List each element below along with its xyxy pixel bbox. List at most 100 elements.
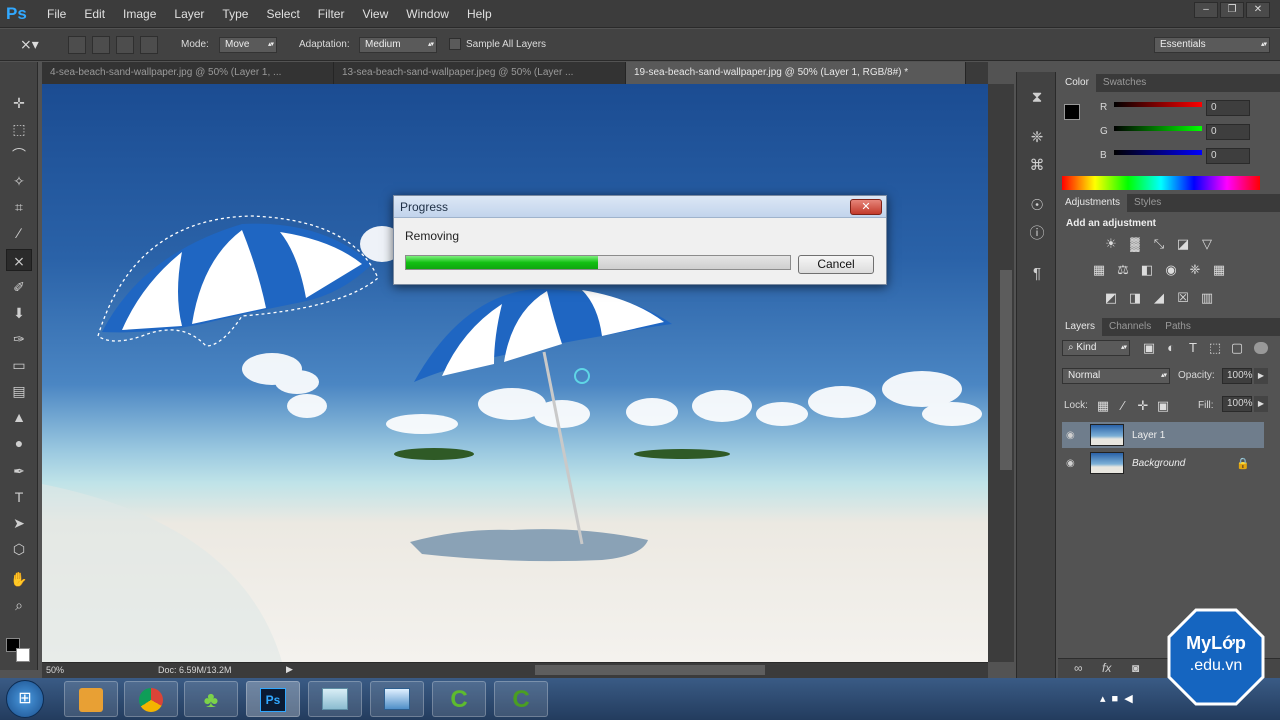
- network-icon[interactable]: ■: [1112, 693, 1125, 705]
- red-value[interactable]: 0: [1206, 100, 1250, 116]
- type-tool-icon[interactable]: T: [6, 486, 32, 508]
- status-arrow-icon[interactable]: ▶: [286, 664, 293, 675]
- invert-icon[interactable]: ◩: [1102, 290, 1120, 306]
- filter-adjustment-icon[interactable]: ◐: [1162, 340, 1180, 356]
- selective-color-icon[interactable]: ☒: [1174, 290, 1192, 306]
- brightness-icon[interactable]: ☀: [1102, 236, 1120, 252]
- eraser-tool-icon[interactable]: ▭: [6, 354, 32, 376]
- fill-dropdown-icon[interactable]: ▶: [1254, 396, 1268, 412]
- tab-color[interactable]: Color: [1058, 74, 1096, 92]
- crop-tool-icon[interactable]: ⌗: [6, 196, 32, 218]
- paragraph-icon[interactable]: ¶: [1027, 264, 1047, 284]
- menu-filter[interactable]: Filter: [309, 0, 354, 28]
- color-spectrum[interactable]: [1062, 176, 1260, 190]
- adaptation-select[interactable]: Medium: [359, 37, 437, 53]
- vibrance-icon[interactable]: ▽: [1198, 236, 1216, 252]
- filter-toggle[interactable]: [1254, 342, 1268, 354]
- sample-all-layers-checkbox[interactable]: [449, 38, 461, 50]
- properties-icon[interactable]: ⓘ: [1027, 224, 1047, 244]
- eyedropper-tool-icon[interactable]: ∕: [6, 222, 32, 244]
- history-brush-tool-icon[interactable]: ✑: [6, 328, 32, 350]
- close-window-button[interactable]: ✕: [1246, 2, 1270, 18]
- path-selection-tool-icon[interactable]: ➤: [6, 512, 32, 534]
- subtract-selection-icon[interactable]: [116, 36, 134, 54]
- brush-settings-icon[interactable]: ❈: [1027, 128, 1047, 148]
- clone-source-icon[interactable]: ⌘: [1027, 156, 1047, 176]
- layer-row[interactable]: ◉ Background 🔒: [1062, 450, 1264, 476]
- menu-type[interactable]: Type: [213, 0, 257, 28]
- menu-edit[interactable]: Edit: [75, 0, 114, 28]
- marquee-tool-icon[interactable]: ⬚: [6, 118, 32, 140]
- system-tray[interactable]: ▴■◀: [1100, 692, 1139, 705]
- black-white-icon[interactable]: ◧: [1138, 262, 1156, 278]
- cancel-button[interactable]: Cancel: [798, 255, 874, 274]
- tab-channels[interactable]: Channels: [1102, 318, 1158, 336]
- layer-style-icon[interactable]: fx: [1102, 661, 1111, 675]
- move-tool-icon[interactable]: ✛: [6, 92, 32, 114]
- photo-filter-icon[interactable]: ◉: [1162, 262, 1180, 278]
- filter-type-icon[interactable]: T: [1184, 340, 1202, 356]
- lock-all-icon[interactable]: ▣: [1154, 398, 1172, 414]
- mode-select[interactable]: Move: [219, 37, 277, 53]
- lasso-tool-icon[interactable]: ⌒: [6, 144, 32, 166]
- blue-slider[interactable]: [1114, 150, 1202, 155]
- content-aware-move-tool-icon[interactable]: ⨯: [6, 249, 32, 271]
- taskbar-app-photoshop[interactable]: Ps: [246, 681, 300, 717]
- green-value[interactable]: 0: [1206, 124, 1250, 140]
- levels-icon[interactable]: ▓: [1126, 236, 1144, 252]
- menu-help[interactable]: Help: [458, 0, 501, 28]
- vertical-scroll-thumb[interactable]: [1000, 270, 1012, 470]
- red-slider[interactable]: [1114, 102, 1202, 107]
- tab-doc-19[interactable]: 19-sea-beach-sand-wallpaper.jpg @ 50% (L…: [626, 62, 966, 84]
- dialog-close-button[interactable]: ✕: [850, 199, 882, 215]
- layer-row[interactable]: ◉ Layer 1: [1062, 422, 1264, 448]
- color-lookup-icon[interactable]: ▦: [1210, 262, 1228, 278]
- document-canvas[interactable]: [42, 84, 988, 662]
- taskbar-app-window[interactable]: [370, 681, 424, 717]
- filter-pixel-icon[interactable]: ▣: [1140, 340, 1158, 356]
- pen-tool-icon[interactable]: ✒: [6, 460, 32, 482]
- green-slider[interactable]: [1114, 126, 1202, 131]
- taskbar-app-folder[interactable]: [308, 681, 362, 717]
- intersect-selection-icon[interactable]: [140, 36, 158, 54]
- horizontal-scroll-thumb[interactable]: [535, 665, 765, 675]
- hue-saturation-icon[interactable]: ▦: [1090, 262, 1108, 278]
- tab-paths[interactable]: Paths: [1158, 318, 1198, 336]
- workspace-select[interactable]: Essentials: [1154, 37, 1270, 53]
- blue-value[interactable]: 0: [1206, 148, 1250, 164]
- tab-styles[interactable]: Styles: [1127, 194, 1168, 212]
- opacity-dropdown-icon[interactable]: ▶: [1254, 368, 1268, 384]
- menu-file[interactable]: File: [38, 0, 75, 28]
- blend-mode-select[interactable]: Normal: [1062, 368, 1170, 384]
- gradient-map-icon[interactable]: ▥: [1198, 290, 1216, 306]
- threshold-icon[interactable]: ◢: [1150, 290, 1168, 306]
- eye-icon[interactable]: ◉: [1066, 458, 1082, 469]
- layer-filter-select[interactable]: ⌕ Kind: [1062, 340, 1130, 356]
- taskbar-app-chrome[interactable]: [124, 681, 178, 717]
- tab-doc-13[interactable]: 13-sea-beach-sand-wallpaper.jpeg @ 50% (…: [334, 62, 626, 84]
- layer-mask-icon[interactable]: ◙: [1132, 661, 1139, 675]
- taskbar-app-camtasia-2[interactable]: C: [494, 681, 548, 717]
- hand-tool-icon[interactable]: ✋: [6, 568, 32, 590]
- restore-button[interactable]: ❐: [1220, 2, 1244, 18]
- fg-color-chip[interactable]: [1064, 104, 1080, 120]
- zoom-tool-icon[interactable]: ⌕: [6, 594, 32, 616]
- menu-image[interactable]: Image: [114, 0, 165, 28]
- menu-view[interactable]: View: [353, 0, 397, 28]
- zoom-level[interactable]: 50%: [46, 665, 64, 675]
- exposure-icon[interactable]: ◪: [1174, 236, 1192, 252]
- shape-tool-icon[interactable]: ⬡: [6, 538, 32, 560]
- content-aware-move-icon[interactable]: ⨯▾: [20, 36, 46, 54]
- opacity-value[interactable]: 100%: [1222, 368, 1253, 384]
- lock-pixels-icon[interactable]: ▦: [1094, 398, 1112, 414]
- menu-layer[interactable]: Layer: [165, 0, 213, 28]
- new-selection-icon[interactable]: [68, 36, 86, 54]
- curves-icon[interactable]: ⤡: [1150, 236, 1168, 252]
- eye-icon[interactable]: ◉: [1066, 430, 1082, 441]
- link-layers-icon[interactable]: ∞: [1074, 661, 1083, 675]
- dodge-tool-icon[interactable]: ●: [6, 432, 32, 454]
- start-button[interactable]: ⊞: [6, 680, 44, 718]
- add-selection-icon[interactable]: [92, 36, 110, 54]
- tab-doc-4[interactable]: 4-sea-beach-sand-wallpaper.jpg @ 50% (La…: [42, 62, 334, 84]
- channel-mixer-icon[interactable]: ❈: [1186, 262, 1204, 278]
